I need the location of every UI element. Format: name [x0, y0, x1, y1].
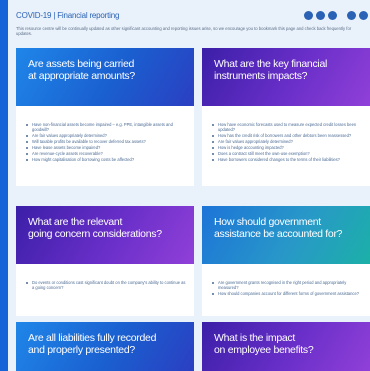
card-banner[interactable]: Are all liabilities fully recorded and p…	[16, 322, 194, 371]
card-banner[interactable]: What are the relevant going concern cons…	[16, 206, 194, 264]
question-item[interactable]: How might capitalisation of borrowing co…	[26, 157, 186, 162]
question-list: How have economic forecasts used to meas…	[212, 122, 362, 163]
twitter-icon[interactable]	[328, 10, 337, 20]
question-item[interactable]: How have economic forecasts used to meas…	[212, 122, 362, 132]
question-item[interactable]: Have non-financial assets become impaire…	[26, 122, 186, 132]
card-banner[interactable]: Are assets being carried at appropriate …	[16, 48, 194, 106]
card-banner[interactable]: What are the key financial instruments i…	[202, 48, 370, 106]
card-title[interactable]: Are assets being carried at appropriate …	[28, 58, 182, 82]
card-government-assistance[interactable]: How should government assistance be acco…	[202, 206, 370, 316]
print-icon[interactable]	[359, 10, 368, 20]
card-assets-carried[interactable]: Are assets being carried at appropriate …	[16, 48, 194, 186]
card-banner[interactable]: How should government assistance be acco…	[202, 206, 370, 264]
question-item[interactable]: How is hedge accounting impacted?	[212, 145, 362, 150]
card-title[interactable]: What are the relevant going concern cons…	[28, 216, 182, 240]
page-header: COVID-19 | Financial reporting	[16, 6, 370, 24]
question-item[interactable]: Are government grants recognised in the …	[212, 280, 362, 290]
question-item[interactable]: How should companies account for differe…	[212, 291, 362, 296]
question-list: Have non-financial assets become impaire…	[26, 122, 186, 163]
card-title[interactable]: How should government assistance be acco…	[214, 216, 358, 240]
share-bar	[304, 10, 370, 20]
card-title[interactable]: Are all liabilities fully recorded and p…	[28, 332, 182, 356]
card-employee-benefits[interactable]: What is the impact on employee benefits?	[202, 322, 370, 371]
question-item[interactable]: Have borrowers considered changes to the…	[212, 157, 362, 162]
card-going-concern[interactable]: What are the relevant going concern cons…	[16, 206, 194, 316]
question-item[interactable]: Do events or conditions cast significant…	[26, 280, 186, 290]
question-item[interactable]: Have lease assets become impaired?	[26, 145, 186, 150]
facebook-icon[interactable]	[316, 10, 325, 20]
question-item[interactable]: How has the credit risk of borrowers and…	[212, 133, 362, 138]
card-title[interactable]: What is the impact on employee benefits?	[214, 332, 358, 356]
page-title: COVID-19 | Financial reporting	[16, 10, 120, 20]
question-item[interactable]: Are revenue-cycle assets recoverable?	[26, 151, 186, 156]
linkedin-icon[interactable]	[304, 10, 313, 20]
question-list: Are government grants recognised in the …	[212, 280, 362, 297]
question-item[interactable]: Are fair values appropriately determined…	[26, 133, 186, 138]
intro-text: This resource centre will be continually…	[16, 26, 352, 37]
card-banner[interactable]: What is the impact on employee benefits?	[202, 322, 370, 371]
email-icon[interactable]	[347, 10, 356, 20]
question-item[interactable]: Are fair values appropriately determined…	[212, 139, 362, 144]
question-list: Do events or conditions cast significant…	[26, 280, 186, 291]
card-financial-instruments[interactable]: What are the key financial instruments i…	[202, 48, 370, 186]
question-item[interactable]: Will taxable profits be available to rec…	[26, 139, 186, 144]
resource-page: COVID-19 | Financial reporting This reso…	[8, 0, 370, 371]
card-liabilities[interactable]: Are all liabilities fully recorded and p…	[16, 322, 194, 371]
question-item[interactable]: Does a contract still meet the own-use e…	[212, 151, 362, 156]
card-title[interactable]: What are the key financial instruments i…	[214, 58, 358, 82]
